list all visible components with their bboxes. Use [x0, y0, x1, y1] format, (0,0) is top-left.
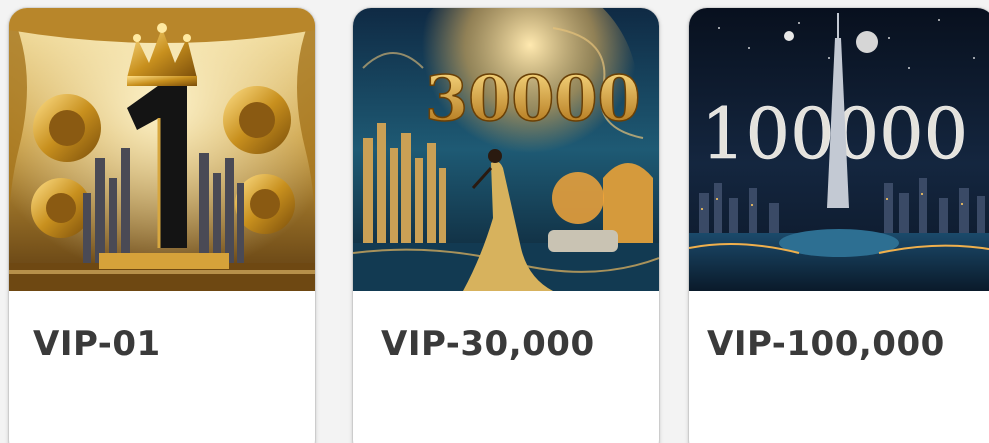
vip-card-30000[interactable]: 30000 VIP-30,000	[353, 8, 659, 443]
vip-card-01[interactable]: VIP-01	[9, 8, 315, 443]
golden-crown-lions-city-image	[9, 8, 315, 291]
vip-card-label: VIP-30,000	[381, 324, 595, 364]
vip-card-row: VIP-01 30000 VIP-30,000 VIP-100,000	[0, 0, 989, 443]
vip-card-label: VIP-100,000	[707, 324, 945, 364]
svg-text:30000: 30000	[425, 62, 641, 135]
vip-card-100000[interactable]: 100000	[689, 8, 989, 443]
night-skyline-tower-image: 100000	[689, 8, 989, 291]
vip-card-label: VIP-01	[33, 324, 161, 364]
golden-city-lady-image: 30000	[353, 8, 659, 291]
